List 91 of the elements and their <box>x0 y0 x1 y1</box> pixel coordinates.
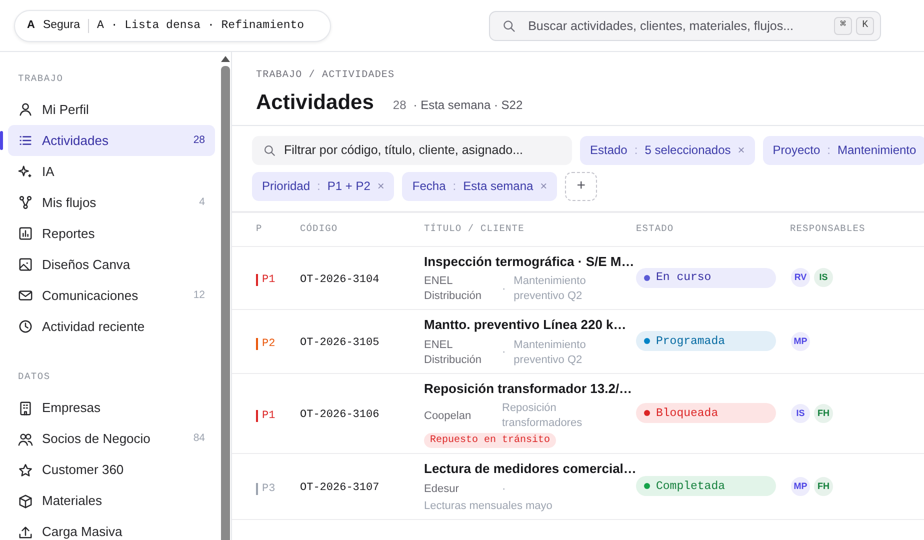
bar-chart-icon <box>18 226 33 242</box>
clock-icon <box>18 319 33 334</box>
project-name: Mantenimiento preventivo Q2 <box>514 274 587 304</box>
filter-chip[interactable]: Prioridad : P1 + P2 × <box>252 172 394 201</box>
flow-icon <box>18 195 33 210</box>
cube-icon <box>18 494 33 508</box>
assignee-avatar: RV <box>790 267 811 288</box>
assignee-avatar: IS <box>813 267 834 288</box>
status-dot-icon <box>644 274 650 281</box>
sidebar-item[interactable]: Comunicaciones 12 <box>8 280 215 312</box>
sidebar-item[interactable]: Empresas <box>8 392 215 424</box>
column-header: CÓDIGO <box>300 222 339 236</box>
sidebar-item[interactable]: Mi Perfil <box>8 94 215 126</box>
mail-icon <box>18 288 33 304</box>
item-count: 4 <box>199 194 205 210</box>
building-icon <box>18 400 33 416</box>
item-count: 28 <box>193 132 205 148</box>
column-header: ESTADO <box>636 222 675 236</box>
add-filter-button[interactable]: + <box>565 172 598 201</box>
filter-chip[interactable]: Proyecto : Mantenimiento <box>762 136 924 165</box>
activity-title[interactable]: Lectura de medidores comercial… <box>424 459 636 479</box>
image-icon <box>18 257 33 272</box>
sidebar-item[interactable]: Reportes <box>8 218 215 250</box>
separator-dot: · <box>502 482 506 497</box>
priority-label: P1 <box>256 410 276 422</box>
sidebar-item[interactable]: Diseños Canva <box>8 249 215 280</box>
scrollbar-thumb[interactable] <box>220 66 230 540</box>
column-header: P <box>256 222 264 236</box>
column-header: RESPONSABLES <box>790 222 866 236</box>
sidebar-item[interactable]: Materiales <box>8 486 215 516</box>
people-icon <box>18 432 33 446</box>
page-title: Actividades <box>256 90 374 115</box>
activity-title[interactable]: Reposición transformador 13.2/… <box>424 378 632 398</box>
status-pill: Programada <box>636 331 776 352</box>
section-heading: DATOS <box>17 370 52 384</box>
priority-label: P3 <box>256 482 276 495</box>
activity-code: OT-2026-3105 <box>300 337 380 350</box>
status-pill: En curso <box>636 268 776 288</box>
project-name: Reposición transformadores <box>502 401 584 432</box>
status-dot-icon <box>644 338 650 344</box>
upload-icon <box>18 524 33 540</box>
sidebar-item[interactable]: Carga Masiva <box>8 516 215 540</box>
project-name: Lecturas mensuales mayo <box>424 498 552 514</box>
star-icon <box>18 462 33 478</box>
activity-code: OT-2026-3107 <box>300 482 380 494</box>
item-count: 84 <box>193 431 205 446</box>
sidebar-item[interactable]: Customer 360 <box>8 454 215 486</box>
separator-dot: · <box>502 345 506 360</box>
client-name: Edesur <box>424 482 460 497</box>
status-dot-icon <box>644 410 650 416</box>
page-count: 28 <box>392 96 406 114</box>
item-count: 12 <box>193 288 205 303</box>
assignee-avatar: FH <box>813 476 834 497</box>
search-icon <box>263 144 276 157</box>
filter-chip[interactable]: Estado : 5 seleccionados × <box>580 136 755 165</box>
sidebar-item[interactable]: IA <box>8 156 215 188</box>
breadcrumb: TRABAJO / ACTIVIDADES <box>256 68 396 83</box>
sparkle-icon <box>18 164 33 180</box>
scroll-up-icon[interactable] <box>220 56 230 62</box>
search-icon <box>502 18 516 32</box>
sidebar-item[interactable]: Mis flujos 4 <box>8 187 215 218</box>
status-tag: Repuesto en tránsito <box>424 433 556 448</box>
separator-dot: · <box>502 282 506 297</box>
workspace-switcher[interactable]: A Segura A · Lista densa · Refinamiento <box>14 10 332 42</box>
activity-title[interactable]: Mantto. preventivo Línea 220 k… <box>424 315 626 335</box>
priority-label: P2 <box>256 338 276 350</box>
filter-chip[interactable]: Fecha : Esta semana × <box>402 172 558 201</box>
client-name: ENEL Distribución <box>424 274 482 304</box>
activity-title[interactable]: Inspección termográfica · S/E M… <box>424 252 634 272</box>
status-pill: Completada <box>636 476 776 496</box>
status-pill: Bloqueada <box>636 403 776 424</box>
section-heading: TRABAJO <box>17 72 64 86</box>
page-period: · Esta semana · S22 <box>413 96 523 114</box>
assignee-avatar: MP <box>790 330 811 352</box>
client-name: ENEL Distribución <box>424 338 482 368</box>
priority-label: P1 <box>256 274 276 286</box>
assignee-avatar: IS <box>790 402 811 424</box>
person-icon <box>18 102 33 118</box>
sidebar-item[interactable]: Actividad reciente <box>8 311 215 342</box>
activity-code: OT-2026-3106 <box>300 409 380 422</box>
project-name: Mantenimiento preventivo Q2 <box>514 338 587 368</box>
filter-search-field[interactable]: Filtrar por código, título, cliente, asignado... <box>252 136 572 165</box>
shortcut-key: K <box>856 16 874 34</box>
activity-code: OT-2026-3104 <box>300 274 380 286</box>
status-dot-icon <box>644 483 650 490</box>
assignee-avatar: MP <box>790 476 811 497</box>
sidebar-item[interactable]: Socios de Negocio 84 <box>8 424 215 454</box>
client-name: Coopelan <box>424 408 472 424</box>
shortcut-key: ⌘ <box>834 16 852 34</box>
assignee-avatar: FH <box>813 402 834 424</box>
column-header: TÍTULO / CLIENTE <box>424 222 526 236</box>
